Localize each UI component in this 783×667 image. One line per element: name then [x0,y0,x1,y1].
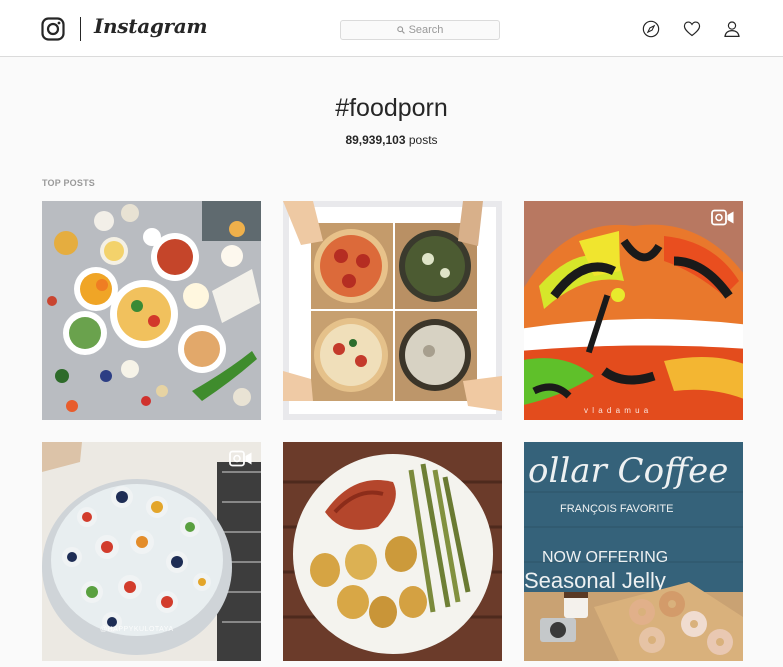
search-input[interactable]: Search [340,20,500,40]
search-placeholder: Search [408,24,444,36]
profile-icon[interactable] [723,20,741,38]
post-chicken-potatoes-asparagus[interactable] [283,442,502,661]
post-count-suffix: posts [405,133,438,147]
instagram-wordmark[interactable]: Instagram [94,14,208,38]
post-jelly-cake[interactable]: @HAPPYKULOTAYA [42,442,261,661]
sign-text-coffee: ollar Coffee [528,451,728,491]
post-image: ollar Coffee FRANÇOIS FAVORITE NOW OFFER… [524,442,743,661]
video-icon [711,209,734,226]
top-navigation-bar: Instagram Search [0,0,783,57]
compass-icon[interactable] [642,20,660,38]
post-count: 89,939,103 posts [0,133,783,147]
top-posts-label: TOP POSTS [42,178,95,188]
post-flatlay-fruit-salads[interactable] [42,201,261,420]
post-image [283,201,502,420]
hashtag-title: #foodporn [335,94,448,122]
watermark-text: @HAPPYKULOTAYA [100,626,174,633]
post-count-number: 89,939,103 [345,133,406,147]
sign-text-seasonal: Seasonal Jelly [524,568,666,593]
post-pizzas-in-boxes[interactable] [283,201,502,420]
heart-icon[interactable] [683,20,701,38]
post-coffee-donuts[interactable]: ollar Coffee FRANÇOIS FAVORITE NOW OFFER… [524,442,743,661]
search-icon [396,26,405,34]
instagram-logo-icon[interactable] [41,17,65,41]
post-image [283,442,502,661]
post-painted-lips[interactable]: v l a d a m u a [524,201,743,420]
post-image [524,201,743,420]
sign-text-offering: NOW OFFERING [542,549,668,566]
sign-text-favorite: FRANÇOIS FAVORITE [560,503,673,515]
logo-divider [80,17,81,41]
watermark-text: v l a d a m u a [584,406,650,415]
video-icon [229,450,252,467]
post-image [42,201,261,420]
